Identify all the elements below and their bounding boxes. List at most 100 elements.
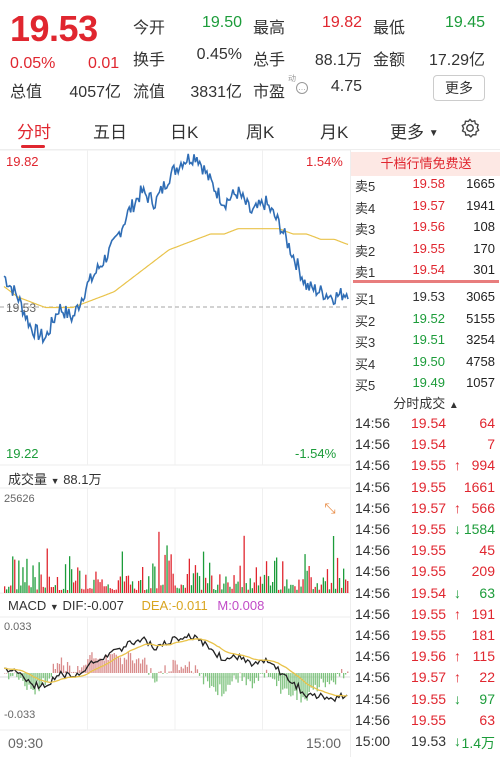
bids-row[interactable]: 买3 19.51 3254	[351, 332, 500, 353]
volume-bar	[10, 585, 12, 593]
macd-bar	[46, 673, 48, 682]
macd-indicator[interactable]: MACD ▼ DIF:-0.007 DEA:-0.011 M:0.008	[8, 598, 264, 613]
macd-bar	[184, 665, 186, 673]
volume-bar	[225, 576, 227, 593]
macd-bar	[282, 673, 284, 690]
volume-bar	[257, 585, 260, 593]
volume-bar	[121, 551, 123, 593]
macd-bar	[73, 671, 75, 673]
macd-bar	[131, 660, 134, 673]
bids-level-label: 买4	[355, 356, 376, 372]
macd-bar	[176, 664, 178, 673]
volume-bar	[34, 577, 36, 593]
volume-bar	[198, 576, 201, 593]
macd-bar	[219, 673, 221, 685]
bids-row[interactable]: 买4 19.50 4758	[351, 354, 500, 375]
macd-bar	[272, 673, 274, 679]
trade-volume: 191	[471, 605, 495, 622]
volume-bar	[298, 579, 300, 593]
time-start-label: 09:30	[8, 735, 44, 751]
info-icon[interactable]: …	[296, 82, 308, 94]
volume-bar	[274, 560, 276, 593]
volume-bar	[249, 578, 251, 593]
intraday-chart-panel[interactable]: 19.82 1.54% 19.53 19.22 -1.54% 成交量 ▼ 88.…	[0, 150, 350, 757]
bids-row[interactable]: 买2 19.52 5155	[351, 311, 500, 332]
arrow-down-icon: ↓	[454, 690, 461, 707]
volume-bar	[170, 554, 172, 593]
volume-bar	[312, 589, 314, 593]
volume-bar	[243, 535, 245, 593]
tab-monthly-k[interactable]: 月K	[320, 118, 348, 143]
volume-bar	[186, 574, 188, 593]
volume-bar	[81, 588, 83, 593]
price-line	[3, 153, 349, 345]
volume-bar	[18, 560, 20, 593]
stat-value-low: 19.45	[444, 14, 485, 31]
trade-price: 19.54	[411, 584, 447, 601]
trade-price: 19.55	[411, 478, 447, 495]
caret-down-icon: ▼	[50, 476, 60, 486]
trade-volume: 64	[479, 415, 495, 431]
volume-bar	[26, 558, 28, 593]
gear-icon[interactable]	[459, 117, 481, 139]
macd-bar	[322, 673, 324, 683]
volume-bar	[345, 579, 347, 593]
arrow-down-icon: ↓	[454, 733, 461, 749]
volume-bar	[326, 569, 329, 593]
tab-more-label: 更多	[390, 123, 424, 142]
volume-bar	[221, 589, 223, 593]
volume-bar	[117, 580, 119, 593]
bids-volume: 3254	[466, 332, 495, 347]
expand-icon[interactable]: ⤡	[318, 498, 342, 518]
bids-row[interactable]: 买1 19.53 3065	[351, 289, 500, 310]
macd-bar	[162, 673, 164, 674]
macd-bar	[347, 671, 349, 673]
volume-bar	[300, 586, 302, 593]
volume-bar	[144, 590, 146, 593]
volume-bar	[38, 562, 40, 593]
trade-tick-row: 14:56 19.55 ↓ 97	[351, 691, 500, 712]
tab-more[interactable]: 更多 ▼	[390, 118, 439, 143]
trade-tick-row: 14:56 19.54 64	[351, 415, 500, 436]
asks-row[interactable]: 卖3 19.56 108	[351, 219, 500, 240]
asks-row[interactable]: 卖5 19.58 1665	[351, 176, 500, 197]
volume-bar	[261, 583, 264, 593]
volume-bar	[217, 584, 219, 593]
volume-bar	[184, 587, 186, 593]
volume-bar	[168, 560, 170, 593]
volume-bar	[294, 586, 296, 593]
tab-daily-k[interactable]: 日K	[170, 118, 198, 143]
trade-tick-row: 14:56 19.55 45	[351, 542, 500, 563]
macd-dea-value: DEA:-0.011	[141, 598, 208, 613]
tab-weekly-k[interactable]: 周K	[246, 118, 274, 143]
macd-bar	[241, 673, 243, 681]
volume-bar	[44, 587, 46, 593]
time-end-label: 15:00	[306, 735, 342, 751]
volume-bar	[97, 579, 99, 593]
volume-indicator[interactable]: 成交量 ▼ 88.1万	[8, 469, 102, 488]
volume-bar	[105, 586, 107, 593]
asks-row[interactable]: 卖2 19.55 170	[351, 241, 500, 262]
macd-bar	[205, 673, 207, 677]
volume-bar	[140, 580, 142, 593]
volume-bar	[235, 583, 237, 593]
asks-row[interactable]: 卖4 19.57 1941	[351, 198, 500, 219]
tab-five-day[interactable]: 五日	[93, 118, 127, 143]
volume-bar	[93, 579, 95, 593]
macd-bar	[280, 673, 282, 694]
tab-intraday[interactable]: 分时	[17, 118, 51, 143]
more-stats-button[interactable]: 更多	[433, 75, 485, 101]
volume-total: 88.1万	[63, 472, 102, 487]
asks-level-label: 卖3	[355, 222, 376, 237]
trade-tick-row: 14:56 19.55 ↑ 191	[351, 606, 500, 627]
macd-bar	[259, 673, 262, 674]
macd-bar	[6, 673, 8, 674]
macd-bar	[188, 661, 190, 673]
volume-bar	[336, 557, 339, 593]
trade-price: 19.55	[411, 627, 447, 643]
macd-bar	[243, 673, 245, 677]
macd-bar	[326, 673, 329, 682]
promo-banner[interactable]: 千档行情免费送	[351, 152, 500, 176]
trade-ticks-title[interactable]: 分时成交 ▲	[351, 393, 500, 412]
macd-bar	[265, 669, 268, 673]
